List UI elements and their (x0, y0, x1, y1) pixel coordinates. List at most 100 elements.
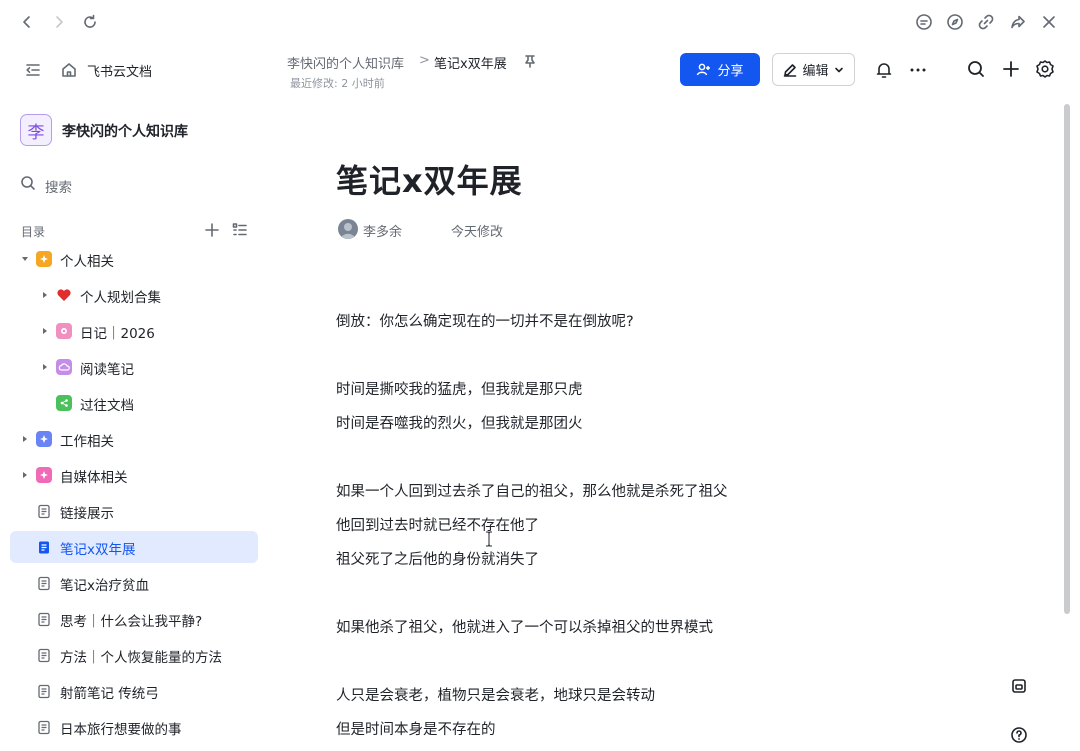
outline-icon[interactable] (1010, 677, 1028, 695)
paragraph[interactable]: 倒放：你怎么确定现在的一切并不是在倒放呢? (336, 310, 634, 331)
avatar[interactable] (338, 219, 358, 239)
sidebar-item-label: 日记｜2026 (80, 326, 155, 342)
sidebar-item-personal-plans[interactable]: 个人规划合集 (10, 279, 258, 311)
paragraph[interactable]: 但是时间本身是不存在的 (336, 718, 496, 739)
doc-icon (36, 539, 52, 555)
edit-label: 编辑 (802, 64, 829, 79)
caret-right-icon[interactable] (20, 434, 30, 444)
sidebar-item-past-docs[interactable]: 过往文档 (10, 387, 258, 419)
settings-gear-icon[interactable] (1035, 59, 1055, 79)
sidebar-item-label: 方法｜个人恢复能量的方法 (60, 650, 222, 666)
sidebar-item-label: 日本旅行想要做的事 (60, 722, 182, 738)
breadcrumb-parent[interactable]: 李快闪的个人知识库 (287, 53, 404, 72)
sidebar-item-anemia-notes[interactable]: 笔记x治疗贫血 (10, 567, 258, 599)
chevron-down-icon (834, 65, 844, 75)
sidebar-search-icon (20, 175, 36, 191)
paragraph[interactable]: 他回到过去时就已经不存在他了 (336, 514, 539, 535)
paragraph[interactable]: 如果一个人回到过去杀了自己的祖父，那么他就是杀死了祖父 (336, 480, 728, 501)
folder-share-icon (56, 395, 72, 411)
sidebar-item-reading-notes[interactable]: 阅读笔记 (10, 351, 258, 383)
share-label: 分享 (717, 64, 744, 79)
sidebar-item-work[interactable]: 工作相关 (10, 423, 258, 455)
forward-share-icon[interactable] (1007, 11, 1029, 33)
caret-right-icon[interactable] (40, 290, 50, 300)
doc-icon (36, 503, 52, 519)
doc-title[interactable]: 笔记x双年展 (336, 156, 523, 202)
app-name[interactable]: 飞书云文档 (87, 61, 152, 80)
list-options-icon[interactable] (232, 222, 248, 238)
search-icon[interactable] (966, 59, 986, 79)
comment-icon[interactable] (913, 11, 935, 33)
caret-right-icon[interactable] (40, 362, 50, 372)
sidebar-item-archery-notes[interactable]: 射箭笔记 传统弓 (10, 675, 258, 707)
caret-down-icon[interactable] (20, 254, 30, 264)
text-cursor-icon (485, 531, 493, 547)
paragraph[interactable]: 如果他杀了祖父，他就进入了一个可以杀掉祖父的世界模式 (336, 616, 713, 637)
paragraph[interactable]: 人只是会衰老，植物只是会衰老，地球只是会转动 (336, 684, 655, 705)
compass-icon[interactable] (944, 11, 966, 33)
add-icon[interactable] (1001, 59, 1021, 79)
last-modified: 最近修改: 2 小时前 (290, 77, 385, 90)
sidebar-item-label: 笔记x治疗贫血 (60, 578, 149, 594)
sidebar-item-label: 工作相关 (60, 434, 114, 450)
breadcrumb-separator: > (419, 53, 430, 68)
doc-icon (36, 575, 52, 591)
star-icon (36, 251, 52, 267)
notification-bell-icon[interactable] (874, 60, 894, 80)
sidebar-item-label: 个人相关 (60, 254, 114, 270)
caret-right-icon[interactable] (20, 470, 30, 480)
forward-icon[interactable] (48, 11, 70, 33)
link-icon[interactable] (975, 11, 997, 33)
flower-icon (56, 323, 72, 339)
sidebar-item-calm-thoughts[interactable]: 思考｜什么会让我平静? (10, 603, 258, 635)
cloud-icon (56, 359, 72, 375)
paragraph[interactable]: 时间是撕咬我的猛虎，但我就是那只虎 (336, 378, 583, 399)
sidebar-item-self-media[interactable]: 自媒体相关 (10, 459, 258, 491)
close-icon[interactable] (1038, 11, 1060, 33)
add-user-icon (696, 62, 711, 77)
collapse-sidebar-icon[interactable] (24, 61, 42, 79)
kb-name[interactable]: 李快闪的个人知识库 (62, 121, 188, 141)
more-icon[interactable] (908, 60, 928, 80)
author-name[interactable]: 李多余 (363, 221, 402, 240)
sidebar: 李 李快闪的个人知识库 搜索 目录 个人相关 个人规划合集 日记｜2026 阅读… (0, 96, 270, 751)
sidebar-item-japan-trip[interactable]: 日本旅行想要做的事 (10, 711, 258, 743)
document-body[interactable]: 笔记x双年展 李多余 今天修改 倒放：你怎么确定现在的一切并不是在倒放呢? 时间… (270, 96, 1060, 751)
sidebar-search-input[interactable]: 搜索 (45, 176, 72, 196)
kb-avatar[interactable]: 李 (20, 114, 52, 146)
sidebar-item-label: 链接展示 (60, 506, 114, 522)
doc-icon (36, 611, 52, 627)
back-icon[interactable] (16, 11, 38, 33)
sidebar-item-label: 阅读笔记 (80, 362, 134, 378)
browser-toolbar (0, 0, 1080, 44)
home-icon[interactable] (60, 61, 78, 79)
scrollbar[interactable] (1064, 104, 1070, 614)
doc-icon (36, 719, 52, 735)
refresh-icon[interactable] (79, 11, 101, 33)
caret-right-icon[interactable] (40, 326, 50, 336)
pencil-icon (783, 63, 797, 77)
sidebar-item-biennale-notes[interactable]: 笔记x双年展 (10, 531, 258, 563)
breadcrumb-current: 笔记x双年展 (434, 57, 507, 72)
paragraph[interactable]: 时间是吞噬我的烈火，但我就是那团火 (336, 412, 583, 433)
edit-mode-button[interactable]: 编辑 (772, 53, 855, 86)
share-button[interactable]: 分享 (680, 53, 760, 86)
doc-header: 飞书云文档 李快闪的个人知识库 > 笔记x双年展 最近修改: 2 小时前 分享 … (0, 44, 1080, 96)
sidebar-item-energy-methods[interactable]: 方法｜个人恢复能量的方法 (10, 639, 258, 671)
sidebar-item-link-display[interactable]: 链接展示 (10, 495, 258, 527)
pin-icon[interactable] (523, 54, 537, 68)
doc-icon (36, 647, 52, 663)
sidebar-item-label: 个人规划合集 (80, 290, 161, 306)
doc-icon (36, 683, 52, 699)
add-page-icon[interactable] (204, 222, 220, 238)
sidebar-item-diary[interactable]: 日记｜2026 (10, 315, 258, 347)
heart-icon (56, 287, 72, 303)
toc-label: 目录 (21, 225, 46, 239)
sidebar-item-personal[interactable]: 个人相关 (10, 243, 258, 275)
sidebar-item-label: 射箭笔记 传统弓 (60, 686, 159, 702)
sidebar-item-label: 过往文档 (80, 398, 134, 414)
paragraph[interactable]: 祖父死了之后他的身份就消失了 (336, 548, 539, 569)
help-icon[interactable] (1010, 726, 1028, 744)
sidebar-item-label: 自媒体相关 (60, 470, 128, 486)
sidebar-item-label: 笔记x双年展 (60, 542, 136, 558)
